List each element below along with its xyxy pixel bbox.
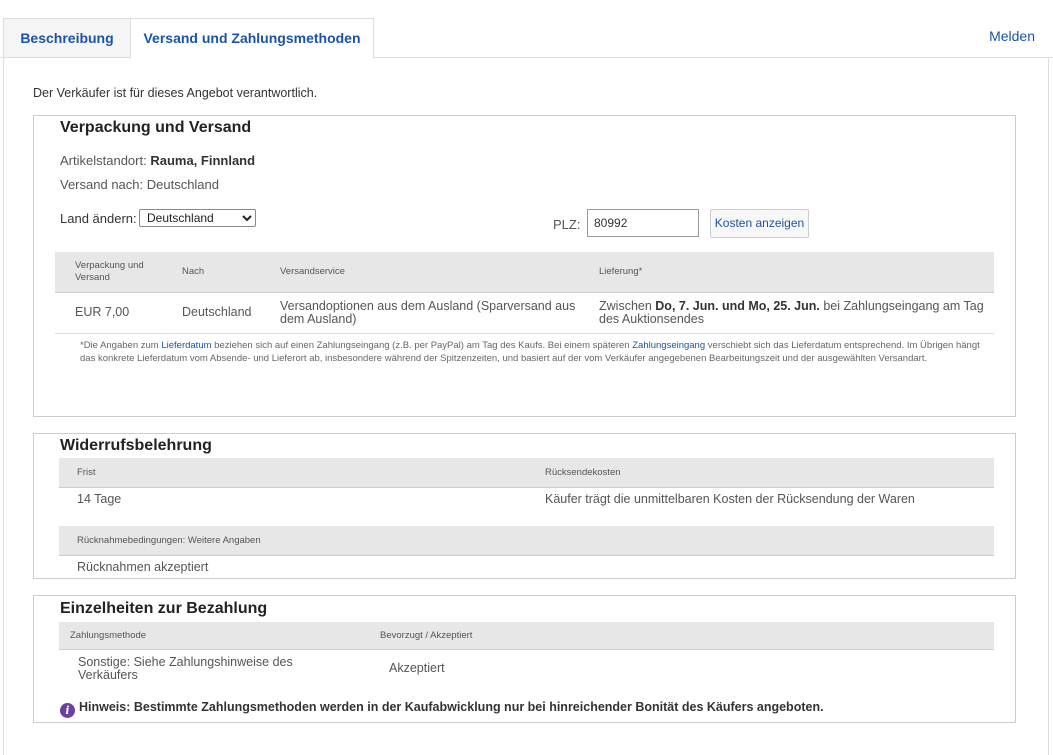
payment-hint: i Hinweis: Bestimmte Zahlungsmethoden wer…: [60, 700, 824, 718]
col-header-to: Nach: [182, 266, 205, 277]
col-header-period: Frist: [77, 467, 96, 478]
seller-responsibility-text: Der Verkäufer ist für dieses Angebot ver…: [33, 86, 318, 100]
info-icon: i: [60, 703, 75, 718]
col-header-delivery: Lieferung*: [599, 266, 643, 277]
note-text-2: beziehen sich auf einen Zahlungseingang …: [211, 340, 633, 351]
country-select[interactable]: Deutschland: [139, 209, 256, 227]
tab-beschreibung[interactable]: Beschreibung: [3, 18, 131, 57]
delivery-prefix: Zwischen: [599, 299, 656, 313]
item-location: Artikelstandort: Rauma, Finnland: [60, 153, 255, 168]
row-divider: [55, 333, 994, 334]
payment-title: Einzelheiten zur Bezahlung: [60, 600, 268, 617]
col-header-preferred: Bevorzugt / Akzeptiert: [380, 630, 473, 641]
col-header-shipping: Verpackung und Versand: [75, 260, 144, 283]
col-header-service: Versandservice: [280, 266, 345, 277]
return-cost-text: Käufer trägt die unmittelbaren Kosten de…: [545, 492, 915, 506]
tab-versand-zahlung[interactable]: Versand und Zahlungsmethoden: [130, 18, 374, 58]
return-period: 14 Tage: [77, 492, 122, 506]
country-label: Land ändern:: [60, 211, 137, 226]
delivery-date-link[interactable]: Lieferdatum: [161, 340, 211, 351]
payment-method: Sonstige: Siehe Zahlungshinweise des Ver…: [78, 655, 293, 682]
show-costs-button[interactable]: Kosten anzeigen: [710, 209, 809, 238]
col-header-return-cost: Rücksendekosten: [545, 467, 621, 478]
delivery-estimate: Zwischen Do, 7. Jun. und Mo, 25. Jun. be…: [599, 300, 989, 326]
shipping-cost: EUR 7,00: [75, 305, 130, 319]
return-conditions-header: Rücknahmebedingungen: Weitere Angaben: [77, 535, 261, 546]
payment-hint-text: Hinweis: Bestimmte Zahlungsmethoden werd…: [79, 700, 824, 714]
delivery-dates: Do, 7. Jun. und Mo, 25. Jun.: [655, 299, 820, 313]
item-location-value: Rauma, Finnland: [150, 153, 256, 168]
note-text-1: *Die Angaben zum: [80, 340, 162, 351]
tab-bar: Beschreibung Versand und Zahlungsmethode…: [0, 0, 1053, 58]
return-conditions-value: Rücknahmen akzeptiert: [77, 560, 209, 574]
shipping-service: Versandoptionen aus dem Ausland (Sparver…: [280, 299, 576, 326]
report-link[interactable]: Melden: [989, 28, 1035, 44]
delivery-footnote: *Die Angaben zum Lieferdatum beziehen si…: [80, 340, 980, 365]
col-header-payment-method: Zahlungsmethode: [70, 630, 147, 641]
shipping-title: Verpackung und Versand: [60, 119, 252, 136]
shipping-destination: Deutschland: [182, 305, 252, 319]
payment-receipt-link[interactable]: Zahlungseingang: [632, 340, 705, 351]
payment-status: Akzeptiert: [389, 661, 445, 675]
zip-input[interactable]: [587, 209, 699, 237]
returns-title: Widerrufsbelehrung: [60, 437, 212, 454]
zip-label: PLZ:: [553, 217, 581, 232]
item-location-label: Artikelstandort:: [60, 153, 151, 168]
payment-table-header: [59, 622, 994, 650]
returns-table-header: [59, 458, 994, 488]
ships-to: Versand nach: Deutschland: [60, 177, 219, 192]
